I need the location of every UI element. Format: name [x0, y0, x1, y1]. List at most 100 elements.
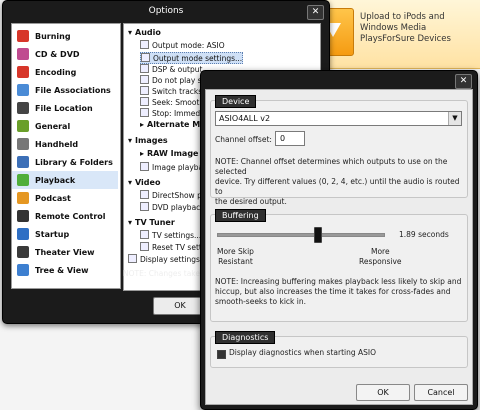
sidebar-item-label: File Associations [35, 85, 111, 95]
buffering-right-label-1: More [370, 247, 390, 256]
podcast-icon [17, 192, 29, 204]
buffering-left-label: More Skip Resistant [217, 247, 254, 267]
sidebar-item-label: General [35, 121, 71, 131]
tree-item-label: DirectShow pl [152, 191, 204, 200]
sidebar-item-label: CD & DVD [35, 49, 80, 59]
buffering-slider-thumb[interactable] [313, 227, 322, 243]
sidebar-item-label: Encoding [35, 67, 77, 77]
output-settings-dialog: ✕ Device ASIO4ALL v2 ▼ Channel offset: 0… [200, 70, 478, 410]
checkbox-icon[interactable] [140, 75, 149, 84]
tree-group-video[interactable]: ▾ Video [128, 178, 160, 188]
sidebar-item-library-folders[interactable]: Library & Folders [12, 153, 118, 171]
device-legend: Device [215, 95, 257, 108]
promo-text: Upload to iPods and Windows Media PlaysF… [360, 12, 478, 45]
playback-icon [17, 174, 29, 186]
tree-item-directshow[interactable]: DirectShow pl [140, 190, 204, 200]
buffering-slider-track[interactable] [217, 233, 385, 237]
sidebar-item-burning[interactable]: Burning [12, 27, 118, 45]
sidebar-item-theater-view[interactable]: Theater View [12, 243, 118, 261]
sidebar-item-label: Library & Folders [35, 157, 113, 167]
tree-item-tv-settings[interactable]: TV settings... [140, 230, 201, 240]
options-sidebar: Burning CD & DVD Encoding File Associations… [11, 23, 121, 289]
options-close-button[interactable]: ✕ [307, 5, 324, 20]
sidebar-item-label: File Location [35, 103, 93, 113]
options-title: Options [148, 6, 184, 16]
collapse-icon[interactable]: ▾ [128, 218, 135, 228]
theater-view-icon [17, 246, 29, 258]
promo-line-2: Windows Media [360, 23, 427, 33]
setting-icon [140, 242, 149, 251]
device-note-line-3: the desired output. [215, 197, 287, 206]
expand-icon[interactable]: ▸ [140, 120, 147, 130]
sidebar-item-cd-dvd[interactable]: CD & DVD [12, 45, 118, 63]
collapse-icon[interactable]: ▾ [128, 136, 135, 146]
tree-item-label: Switch tracks [152, 87, 203, 96]
tree-group-audio[interactable]: ▾ Audio [128, 28, 161, 38]
setting-icon [140, 190, 149, 199]
diagnostics-checkbox[interactable] [217, 350, 226, 359]
options-titlebar[interactable]: Options ✕ [3, 1, 329, 23]
tree-group-raw-image[interactable]: ▸ RAW Image [140, 149, 198, 159]
collapse-icon[interactable]: ▾ [128, 178, 135, 188]
sidebar-item-podcast[interactable]: Podcast [12, 189, 118, 207]
tree-item-dsp[interactable]: DSP & output [140, 64, 202, 74]
tree-item-display-settings[interactable]: Display settings... [128, 254, 207, 264]
dialog-ok-button[interactable]: OK [356, 384, 410, 401]
options-ok-button[interactable]: OK [153, 297, 207, 315]
sidebar-item-tree-view[interactable]: Tree & View [12, 261, 118, 279]
tree-item-dvd-playback[interactable]: DVD playback [140, 202, 205, 212]
sidebar-item-general[interactable]: General [12, 117, 118, 135]
sidebar-item-label: Startup [35, 229, 70, 239]
sidebar-item-file-location[interactable]: File Location [12, 99, 118, 117]
encoding-icon [17, 66, 29, 78]
tree-group-label: Images [135, 136, 168, 145]
tree-item-label: Seek: Smooth [152, 98, 205, 107]
tree-item-label: Image playba [152, 163, 204, 172]
dialog-cancel-button[interactable]: Cancel [414, 384, 468, 401]
tree-item-output-mode[interactable]: Output mode: ASIO [140, 40, 225, 50]
tree-group-tv-tuner[interactable]: ▾ TV Tuner [128, 218, 175, 228]
options-note: NOTE: Changes take [123, 269, 200, 278]
buffering-left-label-2: Resistant [218, 257, 253, 266]
general-icon [17, 120, 29, 132]
tree-item-seek[interactable]: Seek: Smooth [140, 97, 204, 107]
sidebar-item-label: Remote Control [35, 211, 106, 221]
setting-icon [140, 97, 149, 106]
setting-icon [128, 254, 137, 263]
promo-line-1: Upload to iPods and [360, 12, 445, 22]
expand-icon[interactable]: ▸ [140, 149, 147, 159]
sidebar-item-playback[interactable]: Playback [12, 171, 118, 189]
buffering-note-line-3: smooth-seeks to kick in. [215, 297, 306, 306]
tree-item-switch-tracks[interactable]: Switch tracks [140, 86, 202, 96]
tree-group-label: Audio [135, 28, 161, 37]
device-select-value: ASIO4ALL v2 [219, 114, 271, 123]
remote-control-icon [17, 210, 29, 222]
tree-item-label: Do not play s [152, 76, 202, 85]
device-select[interactable]: ASIO4ALL v2 ▼ [215, 111, 462, 126]
tree-group-label: Alternate M [147, 120, 201, 129]
file-location-icon [17, 102, 29, 114]
sidebar-item-file-associations[interactable]: File Associations [12, 81, 118, 99]
buffering-legend: Buffering [215, 209, 266, 222]
tree-item-image-playback[interactable]: Image playba [140, 162, 203, 172]
sidebar-item-encoding[interactable]: Encoding [12, 63, 118, 81]
promo-line-3: PlaysForSure Devices [360, 34, 451, 44]
tree-item-stop[interactable]: Stop: Immedi [140, 108, 202, 118]
tree-item-output-mode-settings[interactable]: Output mode settings... [140, 52, 244, 64]
collapse-icon[interactable]: ▾ [128, 28, 135, 38]
tree-item-do-not-play[interactable]: Do not play s [140, 75, 202, 85]
dialog-close-button[interactable]: ✕ [455, 74, 472, 89]
tree-item-reset-tv[interactable]: Reset TV sett [140, 242, 202, 252]
sidebar-item-startup[interactable]: Startup [12, 225, 118, 243]
disc-icon [17, 48, 29, 60]
tree-group-images[interactable]: ▾ Images [128, 136, 168, 146]
device-note: NOTE: Channel offset determines which ou… [215, 157, 467, 207]
tree-group-alternate[interactable]: ▸ Alternate M [140, 120, 200, 130]
channel-offset-input[interactable]: 0 [275, 131, 305, 146]
sidebar-item-label: Handheld [35, 139, 79, 149]
tree-item-label: DSP & output [152, 65, 203, 74]
sidebar-item-handheld[interactable]: Handheld [12, 135, 118, 153]
sidebar-item-remote-control[interactable]: Remote Control [12, 207, 118, 225]
chevron-down-icon[interactable]: ▼ [448, 112, 461, 125]
library-icon [17, 156, 29, 168]
